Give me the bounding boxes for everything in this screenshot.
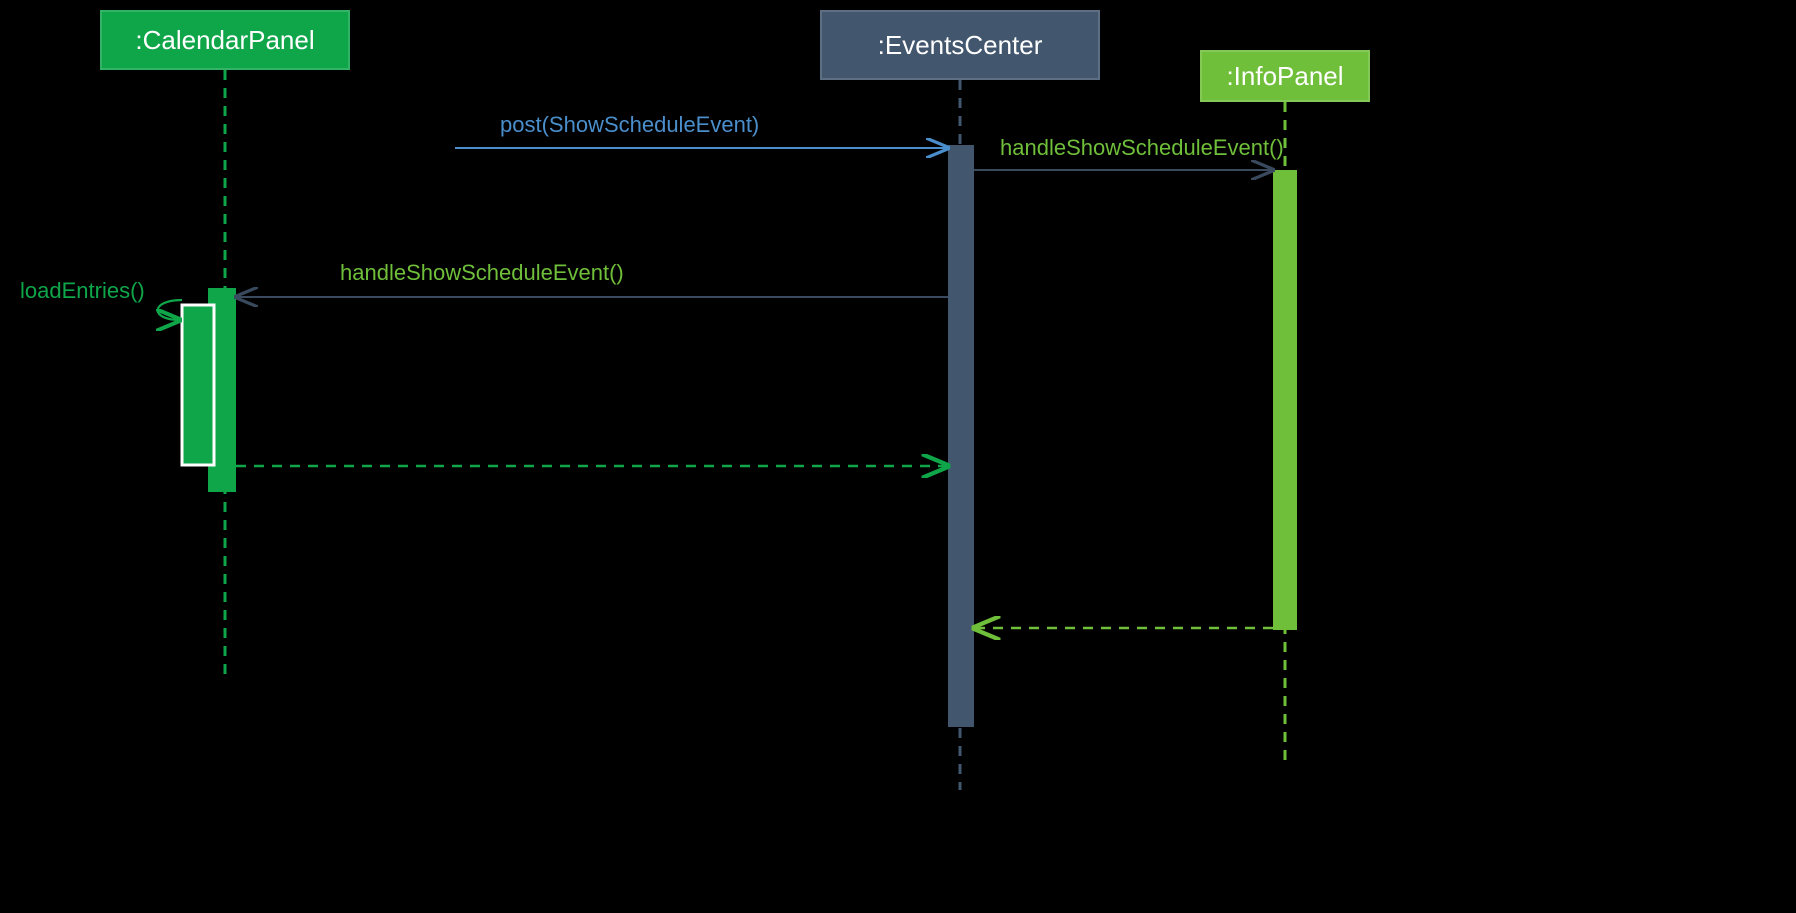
msg-handle-info: handleShowScheduleEvent() — [1000, 135, 1284, 161]
diagram-svg — [0, 0, 1796, 913]
sequence-diagram: :CalendarPanel :EventsCenter :InfoPanel — [0, 0, 1796, 913]
msg-post: post(ShowScheduleEvent) — [500, 112, 759, 138]
msg-handle-cal: handleShowScheduleEvent() — [340, 260, 624, 286]
participant-calendarpanel: :CalendarPanel — [100, 10, 350, 70]
msg-loadentries: loadEntries() — [20, 278, 145, 304]
participant-eventscenter: :EventsCenter — [820, 10, 1100, 80]
participant-infopanel: :InfoPanel — [1200, 50, 1370, 102]
